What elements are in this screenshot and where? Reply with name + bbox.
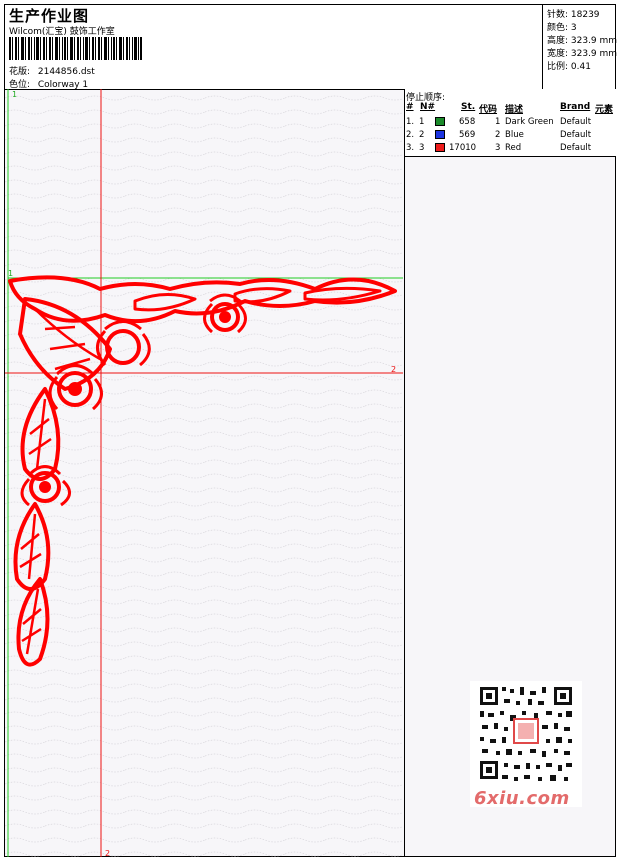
col-header-element: 元素 (595, 105, 614, 115)
row2-brand: Default (560, 130, 592, 140)
col-header-brand: Brand (560, 102, 591, 112)
row3-stitches: 17010 (449, 143, 477, 153)
row2-color-swatch (435, 130, 445, 139)
design-width: 宽度: 323.9 mm (547, 49, 618, 59)
row2-index: 2. (406, 130, 415, 140)
page-title: 生产作业图 (9, 7, 90, 25)
design-file: 2144856.dst (37, 67, 95, 77)
row3-brand: Default (560, 143, 592, 153)
design-scale: 比例: 0.41 (547, 62, 591, 72)
design-stats: 针数: 18239 颜色: 3 高度: 323.9 mm 宽度: 323.9 m… (542, 5, 618, 89)
row1-code: 1 (495, 117, 501, 127)
design-preview-canvas: 1 1 2 2 (5, 89, 403, 857)
col-header-desc: 描述 (505, 105, 524, 115)
design-height: 高度: 323.9 mm (547, 36, 618, 46)
stitch-count: 针数: 18239 (547, 10, 600, 20)
col-header-stitches: St. (461, 102, 476, 112)
red-guide-label-bottom: 2 (105, 849, 110, 857)
fabric-background (5, 89, 403, 857)
col-header-index: # (406, 102, 414, 112)
col-header-code: 代码 (479, 105, 498, 115)
row1-needle: 1 (419, 117, 425, 127)
stop-sequence-table: 停止顺序: # N# St. 代码 描述 Brand 元素 1. 1 658 1… (405, 89, 616, 157)
green-guide-label-top: 1 (12, 90, 17, 99)
row1-color-swatch (435, 117, 445, 126)
watermark-text: 6xiu.com (474, 788, 570, 809)
design-file-line: 花版: 2144856.dst (9, 64, 95, 77)
row1-index: 1. (406, 117, 415, 127)
barcode-icon (9, 37, 142, 60)
row1-stitches: 658 (459, 117, 476, 127)
row3-color-swatch (435, 143, 445, 152)
row3-needle: 3 (419, 143, 425, 153)
row2-stitches: 569 (459, 130, 476, 140)
row3-index: 3. (406, 143, 415, 153)
row2-needle: 2 (419, 130, 425, 140)
row1-desc: Dark Green (505, 117, 554, 127)
design-label: 花版: (9, 67, 31, 77)
worksheet-header: 生产作业图 Wilcom(汇宝) 鼓饰工作室 花版: 2144856.dst 色… (5, 5, 618, 90)
row2-desc: Blue (505, 130, 524, 140)
col-header-needle: N# (420, 102, 436, 112)
red-guide-label-right: 2 (391, 365, 396, 374)
row1-brand: Default (560, 117, 592, 127)
row3-code: 3 (495, 143, 501, 153)
row3-desc: Red (505, 143, 522, 153)
green-guide-label-left: 1 (8, 269, 13, 278)
color-count: 颜色: 3 (547, 23, 577, 33)
row2-code: 2 (495, 130, 501, 140)
studio-name: Wilcom(汇宝) 鼓饰工作室 (9, 27, 115, 37)
